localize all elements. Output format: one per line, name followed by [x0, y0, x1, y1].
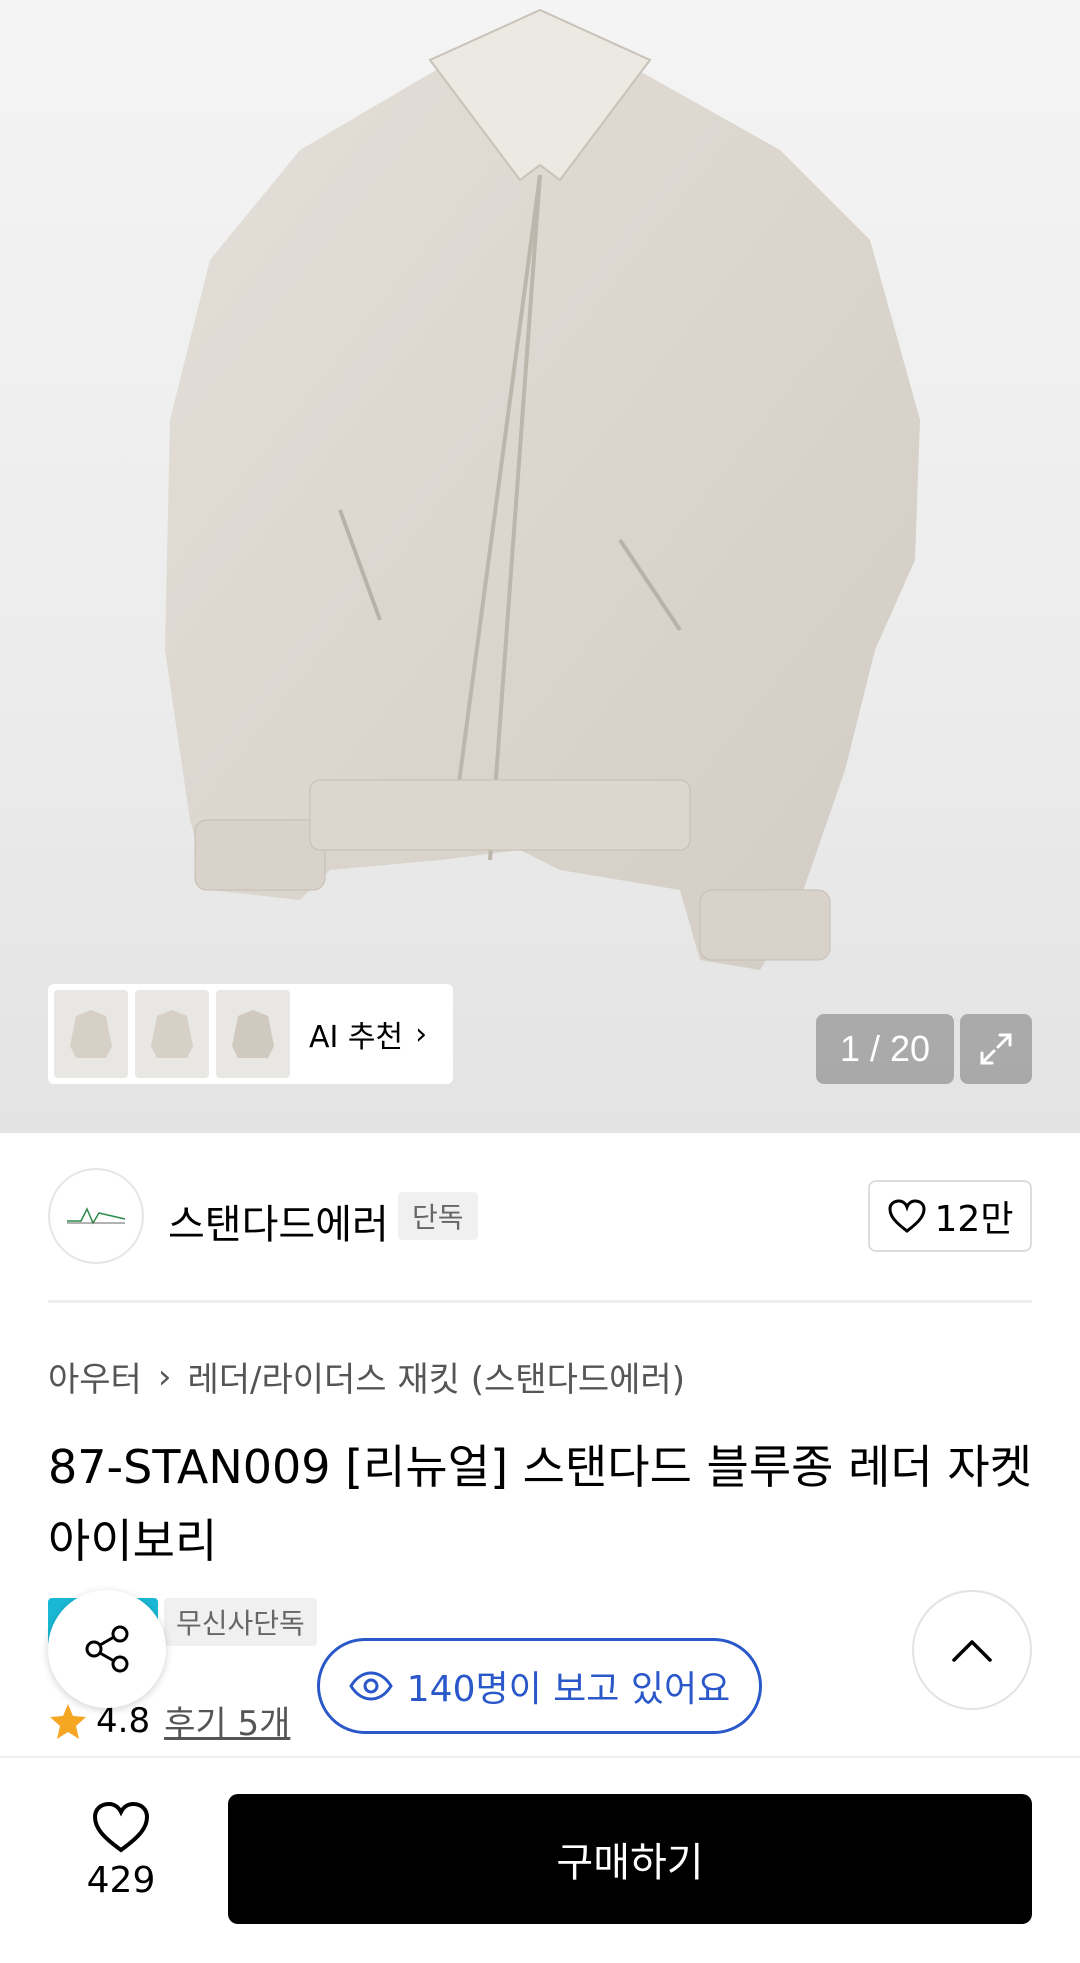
buy-button[interactable]: 구매하기 [228, 1794, 1032, 1924]
heart-icon [92, 1801, 150, 1853]
viewers-text: 140명이 보고 있어요 [406, 1669, 731, 1710]
brand-logo-icon [67, 1207, 126, 1225]
brand-logo[interactable] [48, 1168, 144, 1264]
chevron-right-icon: › [415, 1016, 428, 1052]
star-icon [50, 1703, 86, 1739]
brand-name[interactable]: 스탠다드에러 [168, 1192, 389, 1250]
image-counter: 1 / 20 [816, 1014, 954, 1084]
scroll-to-top-button[interactable] [912, 1590, 1032, 1710]
share-button[interactable] [48, 1590, 166, 1708]
thumbnail-2[interactable] [135, 990, 209, 1078]
ai-recommend-strip[interactable]: AI 추천 › [48, 984, 453, 1084]
viewers-count-pill: 140명이 보고 있어요 [317, 1638, 762, 1734]
breadcrumb-subcategory[interactable]: 레더/라이더스 재킷 (스탠다드에러) [187, 1352, 685, 1401]
share-icon [85, 1625, 129, 1673]
ai-recommend-label: AI 추천 [309, 1020, 404, 1055]
exclusive-tag: 무신사단독 [164, 1598, 317, 1646]
divider [48, 1300, 1032, 1303]
brand-follow-button[interactable]: 12만 [868, 1180, 1032, 1252]
expand-button[interactable] [960, 1014, 1032, 1084]
thumbnail-3[interactable] [216, 990, 290, 1078]
brand-exclusive-badge: 단독 [398, 1192, 478, 1240]
breadcrumb: 아우터 › 레더/라이더스 재킷 (스탠다드에러) [48, 1352, 685, 1401]
like-count: 429 [86, 1860, 156, 1901]
like-button[interactable]: 429 [56, 1800, 186, 1920]
breadcrumb-category[interactable]: 아우터 [48, 1352, 142, 1401]
product-title: 87-STAN009 [리뉴얼] 스탠다드 블루종 레더 자켓 아이보리 [48, 1440, 1033, 1568]
thumbnail-1[interactable] [54, 990, 128, 1078]
expand-icon [980, 1033, 1012, 1065]
chevron-right-icon: › [157, 1356, 172, 1397]
product-image-gallery[interactable]: AI 추천 › 1 / 20 [0, 0, 1080, 1133]
follow-count: 12만 [934, 1199, 1014, 1240]
product-image [165, 8, 920, 970]
chevron-up-icon [952, 1640, 992, 1662]
reviews-link[interactable]: 후기 5개 [164, 1696, 290, 1745]
heart-icon [888, 1199, 926, 1233]
eye-icon [349, 1671, 393, 1701]
